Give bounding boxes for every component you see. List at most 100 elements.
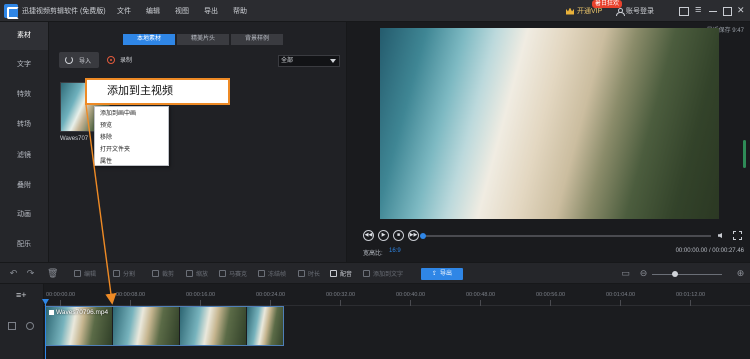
maximize-icon[interactable] (720, 4, 734, 18)
volume-icon[interactable] (718, 231, 727, 240)
edit-tool-label: 编辑 (84, 272, 97, 278)
import-icon (65, 56, 73, 64)
import-button[interactable]: 导入 (59, 52, 99, 68)
voiceover-tool-label: 配音 (340, 272, 353, 278)
split-tool-label: 分割 (123, 272, 136, 278)
record-label: 录制 (120, 58, 133, 64)
edit-tool[interactable]: 编辑 (74, 269, 96, 278)
duration-tool[interactable]: 时长 (298, 269, 320, 278)
track-header (0, 284, 44, 359)
export-button[interactable]: ⇪ 导出 (421, 268, 463, 280)
crop-tool[interactable]: 裁剪 (152, 269, 174, 278)
split-tool[interactable]: 分割 (113, 269, 135, 278)
media-thumbnail-label: Waves707 (60, 136, 89, 142)
ctx-remove[interactable]: 移除 (100, 132, 112, 141)
progress-handle[interactable] (420, 233, 426, 239)
sidebar-item-music[interactable]: 配乐 (0, 231, 48, 259)
sidebar-item-transitions[interactable]: 转场 (0, 111, 48, 139)
timeline-playhead[interactable] (42, 299, 49, 359)
mosaic-tool[interactable]: 马赛克 (219, 269, 247, 278)
ruler-tick-label: 00:00:40.00 (396, 292, 426, 298)
track-visibility-icon[interactable] (26, 322, 34, 330)
sidebar-item-material[interactable]: 素材 (0, 22, 48, 50)
edit-toolbar: ↶ ↷ 🗑 编辑 分割 裁剪 缩放 马赛克 冻结帧 时长 配音 添加到文字 ⇪ … (0, 262, 750, 284)
ruler-tick-label: 00:01:04.00 (606, 292, 636, 298)
media-panel: 本地素材 精美片头 背景样例 导入 录制 全部 Waves707 (48, 22, 346, 262)
ruler-tick (410, 300, 411, 306)
add-text-tool-label: 添加到文字 (373, 272, 404, 278)
fullscreen-icon[interactable] (733, 231, 742, 240)
sidebar-item-animation[interactable]: 动画 (0, 201, 48, 229)
undo-icon[interactable]: ↶ (9, 269, 18, 278)
menu-view[interactable]: 视图 (175, 6, 189, 16)
menu-edit[interactable]: 编辑 (146, 6, 160, 16)
freeze-frame-tool[interactable]: 冻结帧 (258, 269, 286, 278)
rewind-icon[interactable]: ◀◀ (363, 230, 374, 241)
ctx-properties[interactable]: 属性 (100, 156, 112, 165)
playback-progress[interactable] (420, 233, 711, 239)
media-filter-select[interactable]: 全部 (278, 55, 340, 67)
clip-frame (180, 307, 247, 345)
skin-icon[interactable] (676, 4, 690, 18)
sidebar-item-overlay[interactable]: 叠附 (0, 172, 48, 200)
filter-value: 全部 (281, 58, 294, 64)
close-icon[interactable] (734, 4, 748, 18)
main-menu-icon[interactable] (692, 4, 706, 18)
ctx-add-to-main-video[interactable]: 添加到主视频 (85, 78, 230, 105)
ruler-tick (620, 300, 621, 306)
menu-export[interactable]: 导出 (204, 6, 218, 16)
timeline: 00:00:00.00 00:00:08.00 00:00:16.00 00:00:2… (0, 284, 750, 359)
snapshot-icon[interactable]: ▭ (621, 269, 630, 278)
menu-help[interactable]: 帮助 (233, 6, 247, 16)
preview-panel: 最近保存 9:47 ◀◀ ▶ ■ ▶▶ 宽高比: 16:9 00:00:00.0… (346, 22, 750, 262)
add-track-icon[interactable] (16, 290, 28, 302)
sidebar-item-filters[interactable]: 滤镜 (0, 142, 48, 170)
app-logo-icon (4, 4, 19, 19)
zoom-handle[interactable] (672, 271, 678, 277)
minimize-icon[interactable] (706, 4, 720, 18)
aspect-ratio-label: 宽高比: (363, 251, 383, 257)
ruler-tick (550, 300, 551, 306)
ctx-add-to-pip[interactable]: 添加到画中画 (100, 108, 136, 117)
sidebar-item-effects[interactable]: 特效 (0, 81, 48, 109)
import-label: 导入 (79, 58, 92, 65)
delete-icon[interactable]: 🗑 (47, 269, 58, 278)
crop-icon (152, 270, 159, 277)
track-lock-icon[interactable] (8, 322, 16, 330)
ruler-tick-label: 00:00:08.00 (116, 292, 146, 298)
ctx-preview[interactable]: 预览 (100, 120, 112, 129)
ruler-tick-label: 00:00:24.00 (256, 292, 286, 298)
tab-local-media[interactable]: 本地素材 (123, 34, 175, 45)
zoom-in-icon[interactable]: ⊕ (736, 269, 745, 278)
zoom-tool[interactable]: 缩放 (186, 269, 208, 278)
tab-intro-templates[interactable]: 精美片头 (177, 34, 229, 45)
ctx-open-folder[interactable]: 打开文件夹 (100, 144, 130, 153)
add-text-tool[interactable]: 添加到文字 (363, 269, 403, 278)
timeline-video-clip[interactable]: Waves70796.mp4 (45, 306, 284, 346)
title-bar: 迅捷视频剪辑软件 (免费版) 文件 编辑 视图 导出 帮助 开通VIP 暑日狂欢… (0, 0, 750, 22)
preview-scrollbar[interactable] (743, 140, 746, 168)
clip-frame (113, 307, 180, 345)
login-button[interactable]: 账号登录 (616, 6, 654, 16)
zoom-icon (186, 270, 193, 277)
ruler-tick (480, 300, 481, 306)
record-button[interactable]: 录制 (107, 55, 132, 64)
clock-icon (298, 270, 305, 277)
ruler-tick (690, 300, 691, 306)
mosaic-tool-label: 马赛克 (229, 272, 248, 278)
aspect-ratio-value[interactable]: 16:9 (389, 248, 401, 254)
sidebar-item-text[interactable]: 文字 (0, 51, 48, 79)
stop-icon[interactable]: ■ (393, 230, 404, 241)
menu-file[interactable]: 文件 (117, 6, 131, 16)
clip-video-icon (49, 310, 54, 315)
freeze-tool-label: 冻结帧 (268, 272, 287, 278)
video-preview (380, 28, 719, 219)
timeline-ruler[interactable]: 00:00:00.00 00:00:08.00 00:00:16.00 00:00:2… (44, 284, 750, 306)
timeline-zoom-slider[interactable] (652, 271, 722, 277)
tab-background-samples[interactable]: 背景样例 (231, 34, 283, 45)
redo-icon[interactable]: ↷ (26, 269, 35, 278)
play-icon[interactable]: ▶ (378, 230, 389, 241)
zoom-out-icon[interactable]: ⊖ (639, 269, 648, 278)
forward-icon[interactable]: ▶▶ (408, 230, 419, 241)
voiceover-tool[interactable]: 配音 (330, 269, 352, 278)
